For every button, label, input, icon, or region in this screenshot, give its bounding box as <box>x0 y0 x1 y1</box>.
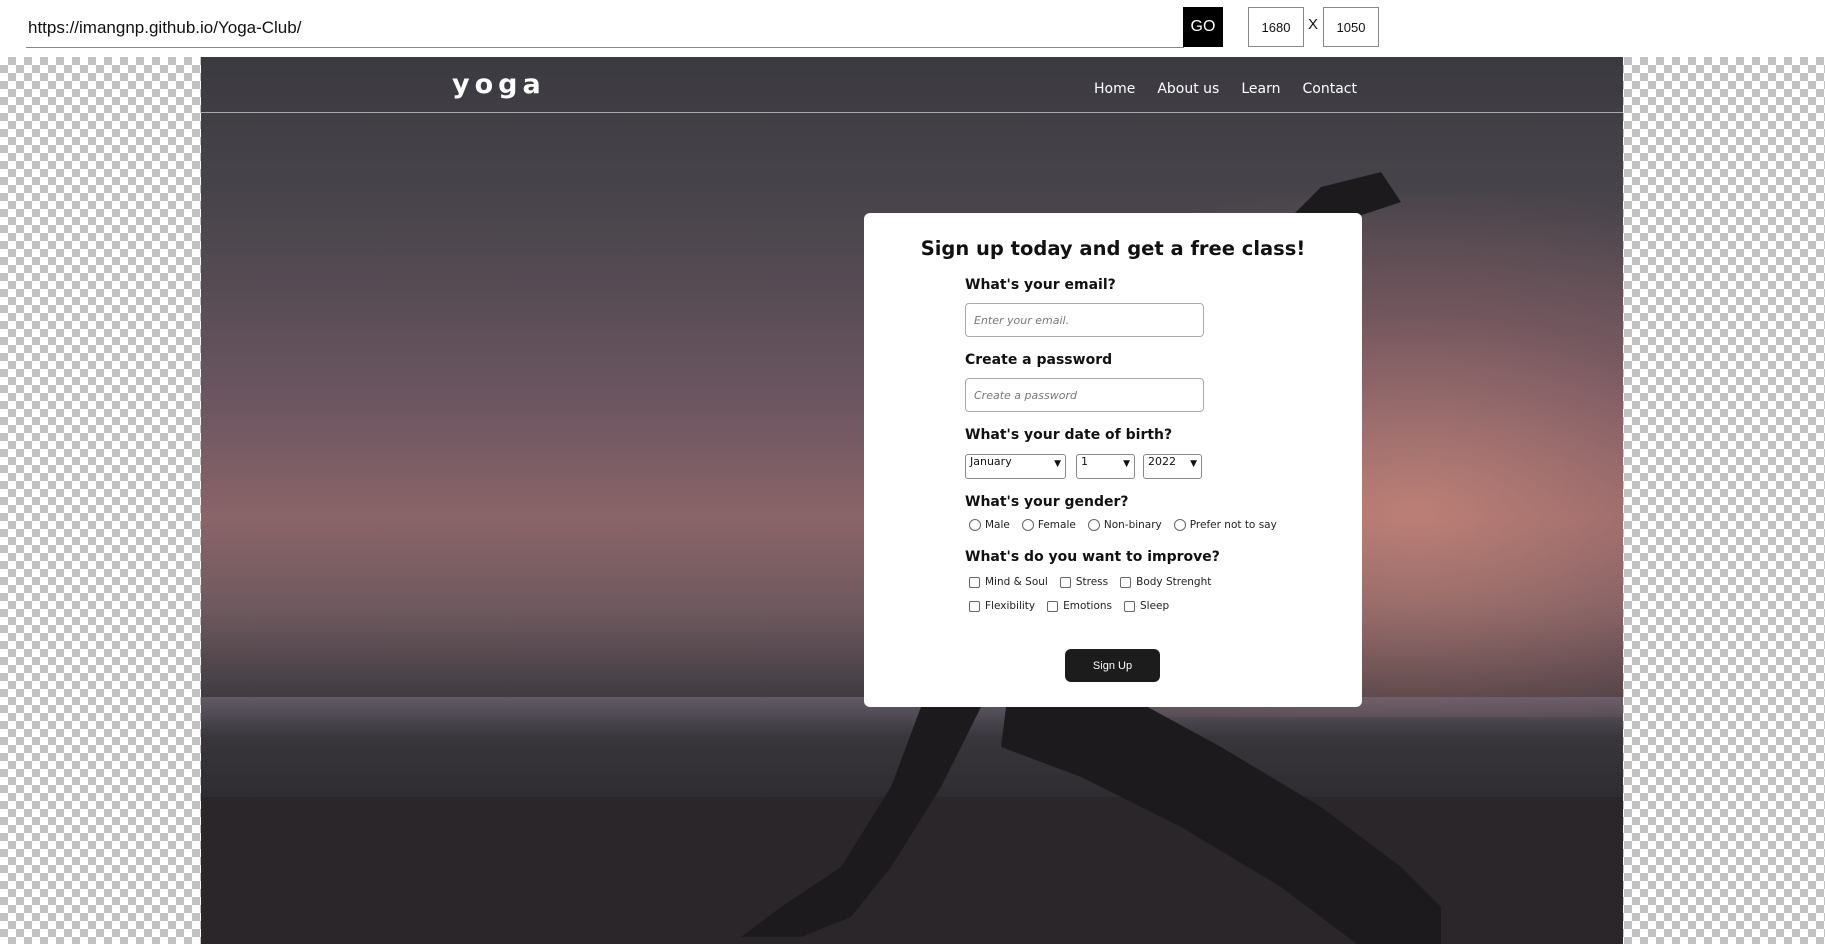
improve-options-row-1: Mind & Soul Stress Body Strenght <box>965 576 1219 588</box>
gender-male-radio[interactable] <box>969 519 981 531</box>
go-button[interactable]: GO <box>1183 7 1223 47</box>
nav-learn[interactable]: Learn <box>1241 81 1280 97</box>
nav-contact[interactable]: Contact <box>1303 81 1357 97</box>
gender-female-radio[interactable] <box>1021 519 1034 531</box>
nav-home[interactable]: Home <box>1094 81 1135 97</box>
gender-nonbinary-radio[interactable] <box>1087 519 1100 531</box>
gender-option-label: Non-binary <box>1103 519 1162 531</box>
improve-flexibility-checkbox[interactable] <box>969 600 980 612</box>
height-input[interactable] <box>1323 7 1379 47</box>
dob-year-value: 2022 <box>1148 455 1176 468</box>
gender-options: Male Female Non-binary Prefer not to say <box>965 519 1285 531</box>
dob-year-select[interactable]: 2022 ▼ <box>1143 454 1202 479</box>
site-navbar: yoga Home About us Learn Contact <box>201 57 1623 113</box>
gender-label: What's your gender? <box>965 494 1129 510</box>
password-field[interactable] <box>965 378 1204 412</box>
dob-day-value: 1 <box>1081 455 1088 468</box>
improve-option-label: Stress <box>1075 576 1109 588</box>
url-input[interactable] <box>26 8 1184 48</box>
improve-option-label: Flexibility <box>985 600 1036 612</box>
nav-links: Home About us Learn Contact <box>1094 81 1357 97</box>
improve-options-row-2: Flexibility Emotions Sleep <box>965 600 1177 612</box>
dimension-separator: X <box>1308 16 1319 33</box>
email-field[interactable] <box>965 303 1204 337</box>
site-viewport: yoga Home About us Learn Contact Sign up… <box>201 57 1623 944</box>
chevron-down-icon: ▼ <box>1054 459 1061 469</box>
password-label: Create a password <box>965 352 1113 368</box>
nav-about-us[interactable]: About us <box>1157 81 1219 97</box>
dob-label: What's your date of birth? <box>965 427 1173 443</box>
improve-option-label: Emotions <box>1063 600 1112 612</box>
improve-option-label: Mind & Soul <box>985 576 1048 588</box>
improve-body-strength-checkbox[interactable] <box>1120 576 1132 588</box>
dob-month-select[interactable]: January ▼ <box>965 454 1066 479</box>
width-input[interactable] <box>1248 7 1304 47</box>
gender-option-label: Prefer not to say <box>1189 519 1277 531</box>
improve-stress-checkbox[interactable] <box>1059 576 1071 588</box>
email-label: What's your email? <box>965 277 1116 293</box>
improve-label: What's do you want to improve? <box>965 549 1220 565</box>
sign-up-button[interactable]: Sign Up <box>1065 649 1160 682</box>
improve-emotions-checkbox[interactable] <box>1047 600 1059 612</box>
improve-sleep-checkbox[interactable] <box>1124 600 1135 612</box>
improve-mind-soul-checkbox[interactable] <box>969 576 980 588</box>
signup-card: Sign up today and get a free class! What… <box>864 213 1362 707</box>
gender-option-label: Female <box>1037 519 1076 531</box>
chevron-down-icon: ▼ <box>1123 459 1130 469</box>
gender-prefer-not-radio[interactable] <box>1173 519 1186 531</box>
chevron-down-icon: ▼ <box>1190 459 1197 469</box>
dob-month-value: January <box>970 455 1012 468</box>
browser-toolbar: GO X <box>0 0 1825 57</box>
improve-option-label: Body Strenght <box>1136 576 1212 588</box>
improve-option-label: Sleep <box>1140 600 1170 612</box>
gender-option-label: Male <box>985 519 1010 531</box>
dob-day-select[interactable]: 1 ▼ <box>1076 454 1135 479</box>
signup-title: Sign up today and get a free class! <box>920 237 1306 260</box>
site-logo[interactable]: yoga <box>452 69 546 100</box>
